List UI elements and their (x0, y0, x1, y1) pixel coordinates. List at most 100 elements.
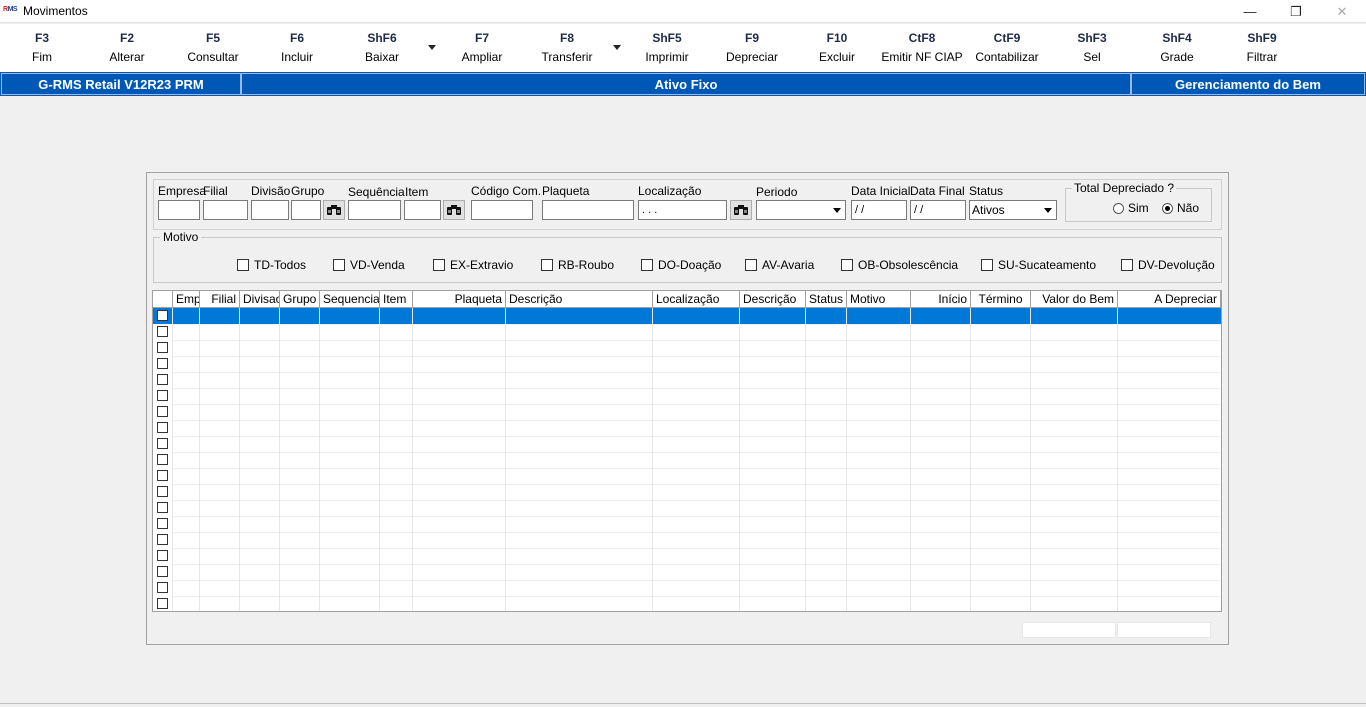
incluir-button[interactable]: F6 Incluir (254, 30, 340, 64)
data-inicial-input[interactable]: / / (851, 200, 907, 220)
divisao-input[interactable] (251, 200, 289, 220)
row-checkbox[interactable] (157, 374, 168, 385)
grid-header-cell[interactable]: Divisao (240, 291, 280, 307)
row-checkbox[interactable] (157, 534, 168, 545)
row-checkbox[interactable] (157, 550, 168, 561)
grid-header-cell[interactable]: Plaqueta (413, 291, 506, 307)
row-checkbox[interactable] (157, 326, 168, 337)
table-row[interactable] (153, 436, 1221, 452)
excluir-button[interactable]: F10 Excluir (794, 30, 880, 64)
sel-button[interactable]: ShF3 Sel (1049, 30, 1135, 64)
row-checkbox[interactable] (157, 342, 168, 353)
table-row[interactable] (153, 388, 1221, 404)
table-row[interactable] (153, 324, 1221, 340)
grid-header-cell[interactable]: Início (911, 291, 971, 307)
motivo-su-checkbox[interactable]: SU-Sucateamento (981, 258, 1096, 272)
grid-header-cell[interactable]: Valor do Bem (1031, 291, 1118, 307)
consultar-button[interactable]: F5 Consultar (170, 30, 256, 64)
row-checkbox[interactable] (157, 358, 168, 369)
motivo-ob-checkbox[interactable]: OB-Obsolescência (841, 258, 958, 272)
imprimir-button[interactable]: ShF5 Imprimir (624, 30, 710, 64)
restore-button[interactable]: ❐ (1273, 0, 1319, 23)
row-checkbox[interactable] (157, 470, 168, 481)
movimentos-grid[interactable]: Emp Filial Divisao Grupo Sequencia Item Plaque… (152, 290, 1222, 612)
motivo-do-checkbox[interactable]: DO-Doação (641, 258, 721, 272)
minimize-button[interactable]: — (1227, 0, 1273, 23)
table-row[interactable] (153, 596, 1221, 611)
baixar-dropdown-icon[interactable] (427, 44, 437, 52)
row-checkbox[interactable] (157, 486, 168, 497)
row-checkbox[interactable] (157, 390, 168, 401)
ampliar-button[interactable]: F7 Ampliar (439, 30, 525, 64)
grid-header-cell[interactable]: Grupo (280, 291, 320, 307)
total-depreciado-nao-radio[interactable]: Não (1162, 201, 1199, 215)
table-row[interactable] (153, 372, 1221, 388)
motivo-rb-checkbox[interactable]: RB-Roubo (541, 258, 614, 272)
row-checkbox[interactable] (157, 310, 168, 321)
table-row[interactable] (153, 356, 1221, 372)
grid-header-cell[interactable]: Filial (200, 291, 240, 307)
table-row[interactable] (153, 308, 1221, 324)
row-checkbox[interactable] (157, 454, 168, 465)
plaqueta-input[interactable] (542, 200, 634, 220)
row-checkbox[interactable] (157, 582, 168, 593)
grupo-input[interactable] (291, 200, 321, 220)
empresa-input[interactable] (158, 200, 200, 220)
table-row[interactable] (153, 580, 1221, 596)
table-row[interactable] (153, 532, 1221, 548)
alterar-button[interactable]: F2 Alterar (84, 30, 170, 64)
periodo-select[interactable] (756, 200, 846, 220)
row-checkbox[interactable] (157, 422, 168, 433)
grid-header-cell[interactable]: Término (971, 291, 1031, 307)
grid-header-cell[interactable]: Status (806, 291, 847, 307)
table-row[interactable] (153, 404, 1221, 420)
grid-header-cell[interactable]: Descrição (740, 291, 806, 307)
binoculars-icon[interactable] (730, 200, 752, 220)
codigo-com-input[interactable] (471, 200, 533, 220)
emitir-nf-ciap-button[interactable]: CtF8 Emitir NF CIAP (879, 30, 965, 64)
status-select[interactable]: Ativos (969, 200, 1057, 220)
fim-button[interactable]: F3 Fim (0, 30, 85, 64)
grid-header-cell[interactable]: Emp (173, 291, 200, 307)
item-input[interactable] (404, 200, 441, 220)
table-row[interactable] (153, 516, 1221, 532)
motivo-dv-checkbox[interactable]: DV-Devolução (1121, 258, 1215, 272)
row-checkbox[interactable] (157, 502, 168, 513)
row-checkbox[interactable] (157, 598, 168, 609)
row-checkbox[interactable] (157, 518, 168, 529)
motivo-av-checkbox[interactable]: AV-Avaria (745, 258, 814, 272)
grid-header-cell[interactable]: Descrição (506, 291, 653, 307)
row-checkbox[interactable] (157, 406, 168, 417)
grid-header-cell[interactable]: A Depreciar (1118, 291, 1221, 307)
grid-header-cell[interactable]: Sequencia (320, 291, 380, 307)
filial-input[interactable] (203, 200, 248, 220)
motivo-vd-checkbox[interactable]: VD-Venda (333, 258, 405, 272)
baixar-button[interactable]: ShF6 Baixar (339, 30, 425, 64)
grid-header-cell[interactable]: Motivo (847, 291, 911, 307)
table-row[interactable] (153, 548, 1221, 564)
table-row[interactable] (153, 340, 1221, 356)
sequencia-input[interactable] (348, 200, 401, 220)
transferir-dropdown-icon[interactable] (612, 44, 622, 52)
row-checkbox[interactable] (157, 566, 168, 577)
table-row[interactable] (153, 420, 1221, 436)
transferir-button[interactable]: F8 Transferir (524, 30, 610, 64)
contabilizar-button[interactable]: CtF9 Contabilizar (964, 30, 1050, 64)
table-row[interactable] (153, 500, 1221, 516)
table-row[interactable] (153, 484, 1221, 500)
motivo-td-checkbox[interactable]: TD-Todos (237, 258, 306, 272)
binoculars-icon[interactable] (323, 200, 345, 220)
localizacao-input[interactable]: . . . (638, 200, 727, 220)
table-row[interactable] (153, 468, 1221, 484)
close-button[interactable]: ✕ (1319, 0, 1365, 23)
motivo-ex-checkbox[interactable]: EX-Extravio (433, 258, 513, 272)
grade-button[interactable]: ShF4 Grade (1134, 30, 1220, 64)
binoculars-icon[interactable] (443, 200, 465, 220)
total-depreciado-sim-radio[interactable]: Sim (1113, 201, 1149, 215)
depreciar-button[interactable]: F9 Depreciar (709, 30, 795, 64)
grid-header-cell[interactable]: Localização (653, 291, 740, 307)
grid-header-cell[interactable]: Item (380, 291, 413, 307)
data-final-input[interactable]: / / (910, 200, 966, 220)
table-row[interactable] (153, 452, 1221, 468)
filtrar-button[interactable]: ShF9 Filtrar (1219, 30, 1305, 64)
